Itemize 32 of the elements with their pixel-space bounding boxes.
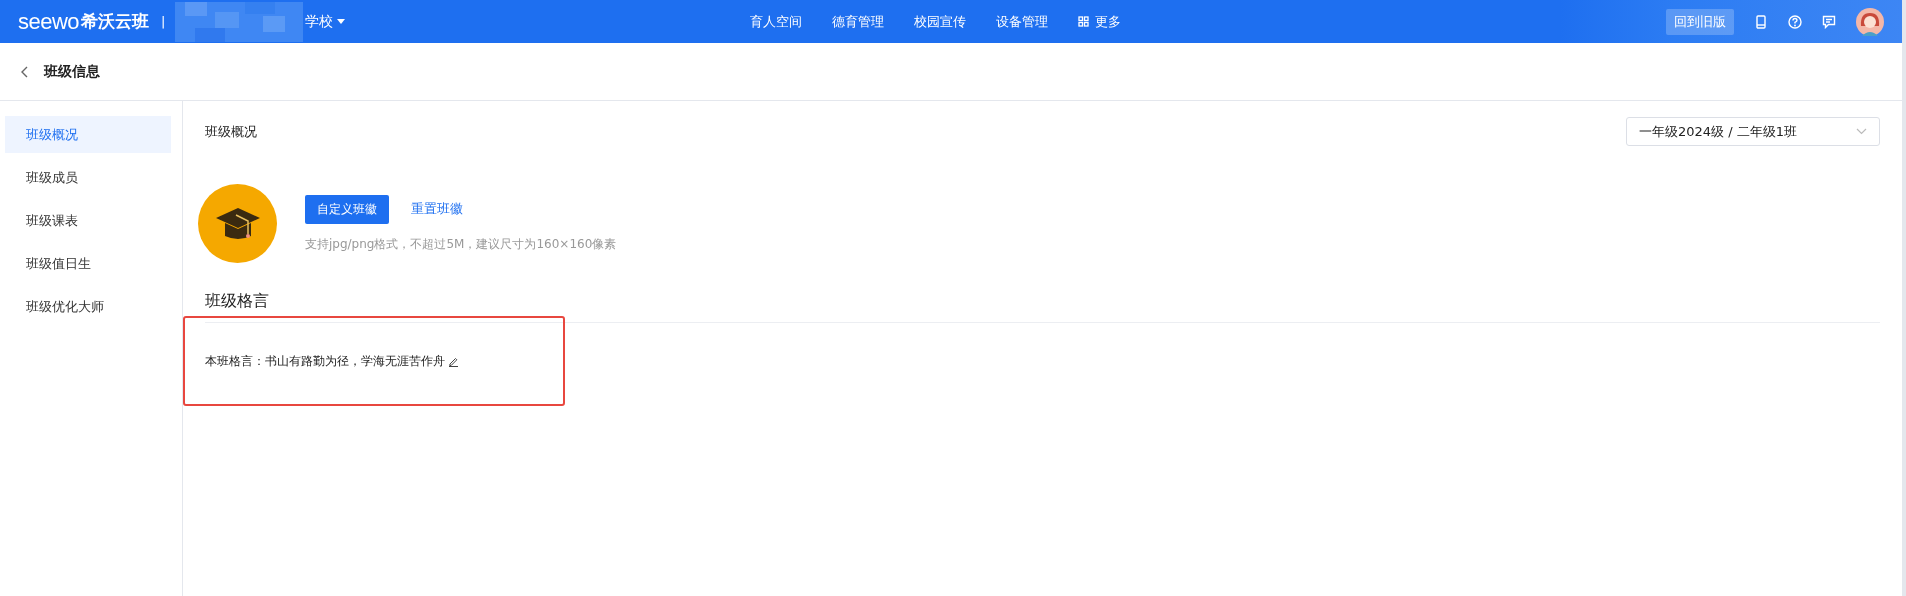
- upload-hint: 支持jpg/png格式，不超过5M，建议尺寸为160×160像素: [305, 235, 617, 253]
- nav-item[interactable]: 校园宣传: [899, 12, 982, 31]
- tablet-icon[interactable]: [1754, 14, 1768, 29]
- motto-text: 本班格言：书山有路勤为径，学海无涯苦作舟: [205, 352, 445, 370]
- sidebar-item[interactable]: 班级成员: [5, 159, 171, 196]
- class-select[interactable]: 一年级2024级 / 二年级1班: [1626, 117, 1880, 146]
- nav-item[interactable]: 设备管理: [981, 12, 1064, 31]
- message-icon[interactable]: [1822, 14, 1836, 29]
- nav-item[interactable]: 德育管理: [817, 12, 900, 31]
- nav-item[interactable]: 更多: [1063, 12, 1137, 31]
- school-dropdown[interactable]: 学校: [303, 12, 346, 31]
- old-version-button[interactable]: 回到旧版: [1666, 8, 1734, 35]
- class-badge-icon: [198, 184, 277, 263]
- sidebar-item[interactable]: 班级优化大师: [5, 288, 171, 325]
- help-icon[interactable]: [1788, 14, 1802, 29]
- edit-icon[interactable]: [448, 355, 459, 367]
- sidebar-item[interactable]: 班级课表: [5, 202, 171, 239]
- nav-item[interactable]: 育人空间: [735, 12, 818, 31]
- section-title: 班级概况: [205, 122, 257, 141]
- reset-badge-link[interactable]: 重置班徽: [411, 200, 463, 218]
- caret-icon: [337, 19, 346, 24]
- custom-badge-button[interactable]: 自定义班徽: [305, 194, 389, 224]
- logo-wordmark: seewo: [18, 10, 80, 33]
- section-title: 班级格言: [205, 291, 270, 312]
- grid-icon: [1078, 16, 1090, 27]
- avatar[interactable]: [1856, 7, 1884, 36]
- sidebar-item[interactable]: 班级值日生: [5, 245, 171, 282]
- sidebar-item[interactable]: 班级概况: [5, 116, 171, 153]
- logo-text: 希沃云班: [81, 10, 150, 33]
- page-title: 班级信息: [44, 62, 100, 81]
- separator: |: [161, 14, 166, 29]
- chevron-down-icon: [1856, 128, 1867, 135]
